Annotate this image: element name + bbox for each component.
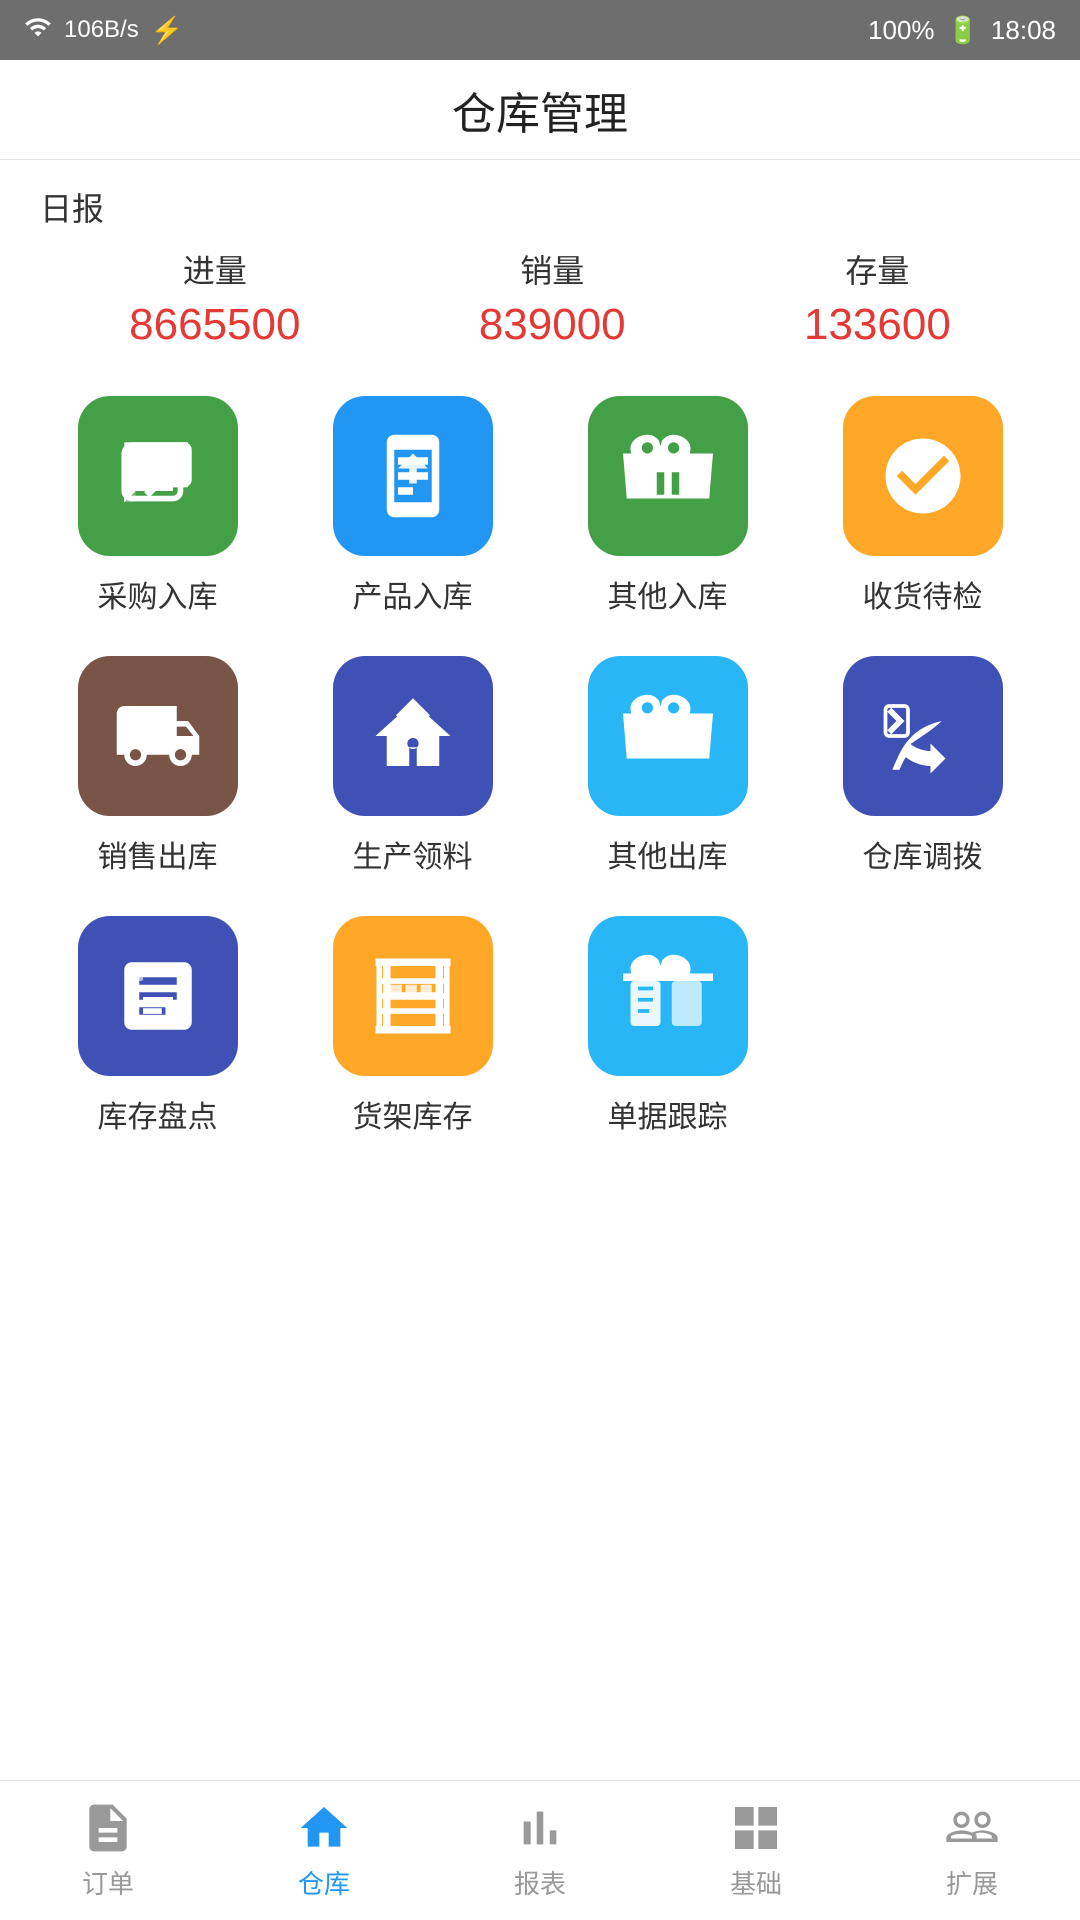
other-in-icon	[588, 396, 748, 556]
warehouse-icon	[296, 1800, 352, 1856]
nav-item-warehouse[interactable]: 仓库	[296, 1800, 352, 1901]
extend-icon	[944, 1800, 1000, 1856]
nav-item-extend[interactable]: 扩展	[944, 1800, 1000, 1901]
menu-item-shelf-inventory[interactable]: 货架库存	[295, 916, 530, 1136]
other-in-label: 其他入库	[608, 572, 728, 616]
usb-icon: ⚡	[151, 15, 183, 46]
reports-icon	[512, 1800, 568, 1856]
purchase-in-icon	[78, 396, 238, 556]
battery-icon: 🔋	[947, 15, 979, 46]
production-material-icon	[333, 656, 493, 816]
stat-sales-title: 销量	[479, 246, 626, 292]
stat-inbound-value: 8665500	[129, 300, 300, 349]
menu-item-sales-out[interactable]: 销售出库	[40, 656, 275, 876]
other-out-icon	[588, 656, 748, 816]
stat-sales-value: 839000	[479, 300, 626, 349]
nav-orders-label: 订单	[82, 1864, 134, 1901]
inventory-count-label: 库存盘点	[98, 1092, 218, 1136]
stat-stock-title: 存量	[804, 246, 951, 292]
nav-basics-label: 基础	[730, 1864, 782, 1901]
nav-warehouse-label: 仓库	[298, 1864, 350, 1901]
status-left: 106B/s ⚡	[24, 13, 183, 48]
menu-item-warehouse-transfer[interactable]: 仓库调拨	[805, 656, 1040, 876]
stat-stock: 存量 133600	[804, 246, 951, 350]
purchase-in-label: 采购入库	[98, 572, 218, 616]
status-right: 100% 🔋 18:08	[868, 15, 1056, 46]
daily-label: 日报	[40, 184, 1040, 230]
stat-stock-value: 133600	[804, 300, 951, 349]
sales-out-icon	[78, 656, 238, 816]
menu-item-other-out[interactable]: 其他出库	[550, 656, 785, 876]
stats-row: 进量 8665500 销量 839000 存量 133600	[40, 246, 1040, 350]
status-bar: 106B/s ⚡ 100% 🔋 18:08	[0, 0, 1080, 60]
product-in-icon	[333, 396, 493, 556]
menu-item-production-material[interactable]: 生产领料	[295, 656, 530, 876]
menu-item-receive-check[interactable]: 收货待检	[805, 396, 1040, 616]
network-speed: 106B/s	[64, 16, 139, 44]
nav-item-basics[interactable]: 基础	[728, 1800, 784, 1901]
menu-item-inventory-count[interactable]: 库存盘点	[40, 916, 275, 1136]
orders-icon	[80, 1800, 136, 1856]
document-tracking-label: 单据跟踪	[608, 1092, 728, 1136]
warehouse-transfer-label: 仓库调拨	[863, 832, 983, 876]
time-display: 18:08	[991, 15, 1056, 46]
bottom-nav: 订单 仓库 报表 基础 扩展	[0, 1780, 1080, 1920]
stat-sales: 销量 839000	[479, 246, 626, 350]
menu-item-other-in[interactable]: 其他入库	[550, 396, 785, 616]
signal-icon	[24, 13, 52, 48]
stat-inbound-title: 进量	[129, 246, 300, 292]
shelf-inventory-icon	[333, 916, 493, 1076]
menu-grid: 采购入库 产品入库 其他入库 收货待检 销售出库 生产领料	[0, 366, 1080, 1136]
warehouse-transfer-icon	[843, 656, 1003, 816]
production-material-label: 生产领料	[353, 832, 473, 876]
shelf-inventory-label: 货架库存	[353, 1092, 473, 1136]
nav-reports-label: 报表	[514, 1864, 566, 1901]
receive-check-label: 收货待检	[863, 572, 983, 616]
page-title: 仓库管理	[452, 78, 628, 142]
receive-check-icon	[843, 396, 1003, 556]
menu-item-document-tracking[interactable]: 单据跟踪	[550, 916, 785, 1136]
daily-report: 日报 进量 8665500 销量 839000 存量 133600	[0, 160, 1080, 366]
stat-inbound: 进量 8665500	[129, 246, 300, 350]
nav-extend-label: 扩展	[946, 1864, 998, 1901]
nav-item-orders[interactable]: 订单	[80, 1800, 136, 1901]
nav-item-reports[interactable]: 报表	[512, 1800, 568, 1901]
product-in-label: 产品入库	[353, 572, 473, 616]
inventory-count-icon	[78, 916, 238, 1076]
other-out-label: 其他出库	[608, 832, 728, 876]
battery-percent: 100%	[868, 15, 935, 46]
sales-out-label: 销售出库	[98, 832, 218, 876]
app-header: 仓库管理	[0, 60, 1080, 160]
basics-icon	[728, 1800, 784, 1856]
menu-item-purchase-in[interactable]: 采购入库	[40, 396, 275, 616]
menu-item-product-in[interactable]: 产品入库	[295, 396, 530, 616]
document-tracking-icon	[588, 916, 748, 1076]
